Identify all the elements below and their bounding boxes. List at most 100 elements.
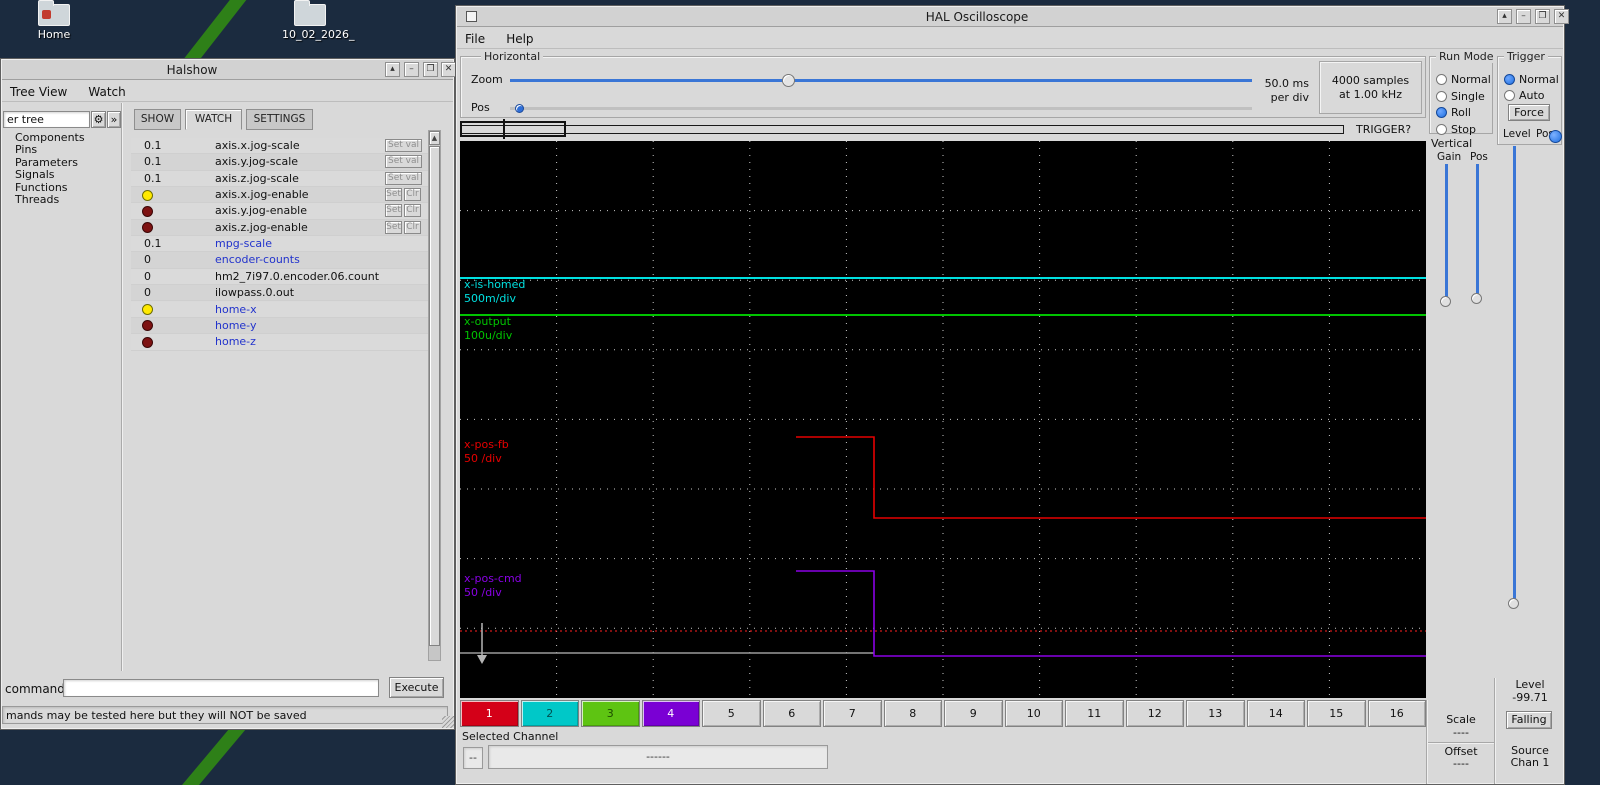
scope-titlebar[interactable]: HAL Oscilloscope ▴ – ❐ ✕ <box>457 7 1563 27</box>
watch-row[interactable]: 0.1axis.y.jog-scaleSet val <box>131 154 428 170</box>
watch-row[interactable]: axis.z.jog-enableSetClr <box>131 220 428 236</box>
set-button[interactable]: Set <box>385 221 402 234</box>
scope-display[interactable]: x-is-homed500m/divx-output100u/divx-pos-… <box>460 141 1426 698</box>
force-button[interactable]: Force <box>1508 104 1550 121</box>
minimize-button[interactable]: – <box>404 62 419 77</box>
scrollbar-up-icon[interactable]: ▲ <box>429 131 440 145</box>
channel-button-15[interactable]: 15 <box>1307 700 1366 727</box>
halshow-titlebar[interactable]: Halshow ▴ – ❐ ✕ <box>2 60 453 80</box>
set-val-button[interactable]: Set val <box>385 155 422 168</box>
channel-button-1[interactable]: 1 <box>460 700 519 727</box>
close-button[interactable]: ✕ <box>441 62 456 77</box>
watch-name: encoder-counts <box>215 253 300 266</box>
clr-button[interactable]: Clr <box>404 221 421 234</box>
selected-channel-mini[interactable]: -- <box>463 747 483 769</box>
channel-button-7[interactable]: 7 <box>823 700 882 727</box>
channel-button-11[interactable]: 11 <box>1065 700 1124 727</box>
channel-button-5[interactable]: 5 <box>702 700 761 727</box>
trigger-option-normal[interactable]: Normal <box>1504 69 1559 82</box>
expand-pane-button[interactable]: » <box>107 111 121 128</box>
close-button[interactable]: ✕ <box>1554 9 1569 24</box>
watch-row[interactable]: axis.x.jog-enableSetClr <box>131 187 428 203</box>
tab-show[interactable]: SHOW <box>134 109 181 130</box>
channel-button-9[interactable]: 9 <box>944 700 1003 727</box>
pane-divider[interactable] <box>121 103 122 671</box>
tree-item-signals[interactable]: Signals <box>1 169 119 181</box>
gear-icon[interactable]: ⚙ <box>91 111 106 128</box>
run-mode-option-roll[interactable]: Roll <box>1436 102 1471 115</box>
watch-value: 0.1 <box>144 155 162 168</box>
desktop-icon-home[interactable]: Home <box>26 0 82 41</box>
trigger-level-slider[interactable] <box>1513 146 1516 608</box>
minimize-button[interactable]: – <box>1516 9 1531 24</box>
trigger-option-auto[interactable]: Auto <box>1504 85 1545 98</box>
zoom-slider-handle[interactable] <box>782 74 795 87</box>
desktop-icon-folder[interactable]: 10_02_2026_ <box>282 0 338 41</box>
menu-tree-view[interactable]: Tree View <box>2 82 75 103</box>
clr-button[interactable]: Clr <box>404 188 421 201</box>
vertical-pos-slider[interactable] <box>1476 164 1479 298</box>
channel-button-13[interactable]: 13 <box>1186 700 1245 727</box>
horizontal-group: Horizontal Zoom Pos 50.0 ms per div 4000… <box>460 56 1426 118</box>
menu-watch[interactable]: Watch <box>80 82 133 103</box>
record-cursor[interactable] <box>503 119 505 139</box>
watch-row[interactable]: 0.1axis.z.jog-scaleSet val <box>131 171 428 187</box>
gain-slider[interactable] <box>1445 164 1448 301</box>
channel-button-6[interactable]: 6 <box>763 700 822 727</box>
channel-button-14[interactable]: 14 <box>1247 700 1306 727</box>
watch-row[interactable]: 0.1axis.x.jog-scaleSet val <box>131 138 428 154</box>
run-mode-option-stop[interactable]: Stop <box>1436 119 1476 132</box>
channel-button-10[interactable]: 10 <box>1005 700 1064 727</box>
pos-slider[interactable] <box>510 107 1252 110</box>
rollup-button[interactable]: ▴ <box>1497 9 1512 24</box>
tree-item-pins[interactable]: Pins <box>1 144 119 156</box>
watch-row[interactable]: 0ilowpass.0.out <box>131 285 428 301</box>
vertical-pos-slider-handle[interactable] <box>1471 293 1482 304</box>
channel-button-2[interactable]: 2 <box>521 700 580 727</box>
tab-settings[interactable]: SETTINGS <box>246 109 313 130</box>
gain-slider-handle[interactable] <box>1440 296 1451 307</box>
channel-button-3[interactable]: 3 <box>581 700 640 727</box>
channel-button-8[interactable]: 8 <box>884 700 943 727</box>
run-mode-option-single[interactable]: Single <box>1436 86 1485 99</box>
set-val-button[interactable]: Set val <box>385 139 422 152</box>
trigger-option-label: Auto <box>1519 89 1545 102</box>
channel-button-16[interactable]: 16 <box>1368 700 1427 727</box>
watch-scrollbar[interactable]: ▲ <box>428 130 441 661</box>
tab-watch[interactable]: WATCH <box>185 109 242 130</box>
maximize-button[interactable]: ❐ <box>1535 9 1550 24</box>
channel-button-12[interactable]: 12 <box>1126 700 1185 727</box>
tree-item-threads[interactable]: Threads <box>1 194 119 206</box>
set-button[interactable]: Set <box>385 188 402 201</box>
source-value: Chan 1 <box>1498 756 1562 769</box>
channel-button-4[interactable]: 4 <box>642 700 701 727</box>
menu-file[interactable]: File <box>457 29 493 50</box>
trigger-pos-knob[interactable] <box>1549 130 1562 143</box>
menu-help[interactable]: Help <box>498 29 541 50</box>
watch-row[interactable]: axis.y.jog-enableSetClr <box>131 203 428 219</box>
watch-row[interactable]: home-z <box>131 334 428 350</box>
maximize-button[interactable]: ❐ <box>423 62 438 77</box>
set-button[interactable]: Set <box>385 204 402 217</box>
record-position-bar[interactable] <box>460 125 1344 134</box>
record-view-window[interactable] <box>460 121 566 137</box>
pos-slider-handle[interactable] <box>515 104 524 113</box>
zoom-slider[interactable] <box>510 79 1252 82</box>
clr-button[interactable]: Clr <box>404 204 421 217</box>
watch-row[interactable]: 0hm2_7i97.0.encoder.06.count <box>131 269 428 285</box>
watch-row[interactable]: home-x <box>131 302 428 318</box>
scrollbar-thumb[interactable] <box>429 146 440 646</box>
resize-grip[interactable] <box>442 716 454 728</box>
set-val-button[interactable]: Set val <box>385 172 422 185</box>
execute-button[interactable]: Execute <box>389 677 444 698</box>
selected-channel-value[interactable]: ------ <box>488 745 828 769</box>
run-mode-option-normal[interactable]: Normal <box>1436 69 1491 82</box>
command-input[interactable] <box>63 679 379 697</box>
watch-row[interactable]: 0encoder-counts <box>131 252 428 268</box>
rollup-button[interactable]: ▴ <box>385 62 400 77</box>
watch-row[interactable]: 0.1mpg-scale <box>131 236 428 252</box>
trigger-level-handle[interactable] <box>1508 598 1519 609</box>
watch-row[interactable]: home-y <box>131 318 428 334</box>
tree-search-input[interactable] <box>3 111 90 128</box>
edge-button[interactable]: Falling <box>1506 711 1552 729</box>
